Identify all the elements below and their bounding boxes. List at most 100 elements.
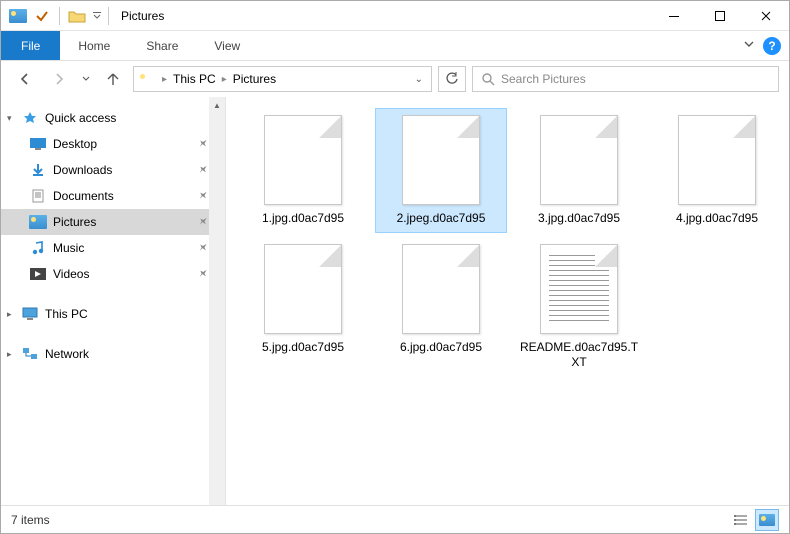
up-button[interactable] (99, 65, 127, 93)
file-icon (540, 244, 618, 334)
recent-locations-icon[interactable] (79, 65, 93, 93)
file-icon (540, 115, 618, 205)
content-pane[interactable]: 1.jpg.d0ac7d95 2.jpeg.d0ac7d95 3.jpg.d0ac7… (226, 97, 789, 505)
pin-icon (194, 266, 210, 282)
file-icon (264, 244, 342, 334)
window-controls (651, 1, 789, 31)
thumbnails-view-button[interactable] (755, 509, 779, 531)
monitor-icon (21, 306, 39, 322)
folder-icon (66, 5, 88, 27)
chevron-right-icon[interactable]: ▸ (220, 74, 229, 85)
sidebar-item-music[interactable]: Music (1, 235, 225, 261)
pictures-icon (29, 214, 47, 230)
chevron-down-icon[interactable]: ▾ (7, 113, 12, 124)
breadcrumb-item[interactable]: Pictures (233, 72, 276, 86)
file-item[interactable]: 4.jpg.d0ac7d95 (652, 109, 782, 232)
sidebar-item-label: This PC (45, 307, 88, 321)
ribbon-collapse-icon[interactable] (743, 37, 755, 55)
downloads-icon (29, 162, 47, 178)
file-item[interactable]: 2.jpeg.d0ac7d95 (376, 109, 506, 232)
separator (59, 7, 60, 25)
explorer-icon (7, 5, 29, 27)
ribbon-tab-home[interactable]: Home (60, 31, 128, 60)
search-placeholder: Search Pictures (501, 72, 586, 86)
sidebar-item-label: Desktop (53, 137, 97, 151)
network-icon (21, 346, 39, 362)
sidebar-item-label: Downloads (53, 163, 112, 177)
forward-button[interactable] (45, 65, 73, 93)
maximize-button[interactable] (697, 1, 743, 31)
close-button[interactable] (743, 1, 789, 31)
navigation-bar: ▸ This PC ▸ Pictures ⌄ Search Pictures (1, 61, 789, 97)
file-icon (402, 115, 480, 205)
back-button[interactable] (11, 65, 39, 93)
file-item[interactable]: 5.jpg.d0ac7d95 (238, 238, 368, 376)
desktop-icon (29, 136, 47, 152)
sidebar-item-label: Documents (53, 189, 114, 203)
quick-access-toolbar (1, 5, 104, 27)
sidebar-item-label: Quick access (45, 111, 116, 125)
file-name: 2.jpeg.d0ac7d95 (397, 211, 486, 226)
properties-icon[interactable] (31, 5, 53, 27)
pin-icon (194, 214, 210, 230)
documents-icon (29, 188, 47, 204)
breadcrumb[interactable]: ▸ This PC ▸ Pictures ⌄ (133, 66, 432, 92)
pin-icon (194, 188, 210, 204)
minimize-button[interactable] (651, 1, 697, 31)
sidebar-item-downloads[interactable]: Downloads (1, 157, 225, 183)
search-input[interactable]: Search Pictures (472, 66, 779, 92)
chevron-right-icon[interactable]: ▸ (160, 74, 169, 85)
titlebar: Pictures (1, 1, 789, 31)
file-name: README.d0ac7d95.TXT (517, 340, 641, 370)
sidebar-quick-access[interactable]: ▾ Quick access (1, 105, 225, 131)
search-icon (481, 72, 495, 86)
file-item[interactable]: 3.jpg.d0ac7d95 (514, 109, 644, 232)
file-icon (264, 115, 342, 205)
file-icon (678, 115, 756, 205)
ribbon: File Home Share View ? (1, 31, 789, 61)
ribbon-tab-view[interactable]: View (196, 31, 258, 60)
file-name: 6.jpg.d0ac7d95 (400, 340, 482, 355)
sidebar-item-desktop[interactable]: Desktop (1, 131, 225, 157)
videos-icon (29, 266, 47, 282)
file-item[interactable]: README.d0ac7d95.TXT (514, 238, 644, 376)
file-icon (402, 244, 480, 334)
navigation-pane: ▾ Quick access Desktop Downloads Documents… (1, 97, 226, 505)
help-icon[interactable]: ? (763, 37, 781, 55)
pin-icon (194, 162, 210, 178)
chevron-right-icon[interactable]: ▸ (7, 309, 12, 320)
window-title: Pictures (113, 9, 164, 23)
details-view-button[interactable] (729, 509, 753, 531)
breadcrumb-item[interactable]: This PC (173, 72, 216, 86)
file-name: 5.jpg.d0ac7d95 (262, 340, 344, 355)
file-name: 1.jpg.d0ac7d95 (262, 211, 344, 226)
sidebar-network[interactable]: ▸ Network (1, 341, 225, 367)
music-icon (29, 240, 47, 256)
ribbon-tab-share[interactable]: Share (128, 31, 196, 60)
sidebar-item-documents[interactable]: Documents (1, 183, 225, 209)
refresh-button[interactable] (438, 66, 466, 92)
breadcrumb-dropdown-icon[interactable]: ⌄ (411, 74, 427, 85)
sidebar-scrollbar[interactable]: ▲ (209, 97, 225, 505)
sidebar-item-label: Pictures (53, 215, 96, 229)
qat-dropdown-icon[interactable] (90, 5, 104, 27)
sidebar-this-pc[interactable]: ▸ This PC (1, 301, 225, 327)
sidebar-item-label: Videos (53, 267, 89, 281)
location-icon (138, 72, 156, 86)
separator (108, 7, 109, 25)
sidebar-item-pictures[interactable]: Pictures (1, 209, 225, 235)
pin-icon (194, 240, 210, 256)
file-item[interactable]: 1.jpg.d0ac7d95 (238, 109, 368, 232)
star-icon (21, 110, 39, 126)
status-bar: 7 items (1, 505, 789, 533)
sidebar-item-label: Network (45, 347, 89, 361)
file-tab[interactable]: File (1, 31, 60, 60)
sidebar-item-label: Music (53, 241, 84, 255)
chevron-right-icon[interactable]: ▸ (7, 349, 12, 360)
file-name: 4.jpg.d0ac7d95 (676, 211, 758, 226)
sidebar-item-videos[interactable]: Videos (1, 261, 225, 287)
item-count: 7 items (11, 513, 50, 527)
file-item[interactable]: 6.jpg.d0ac7d95 (376, 238, 506, 376)
pin-icon (194, 136, 210, 152)
file-name: 3.jpg.d0ac7d95 (538, 211, 620, 226)
